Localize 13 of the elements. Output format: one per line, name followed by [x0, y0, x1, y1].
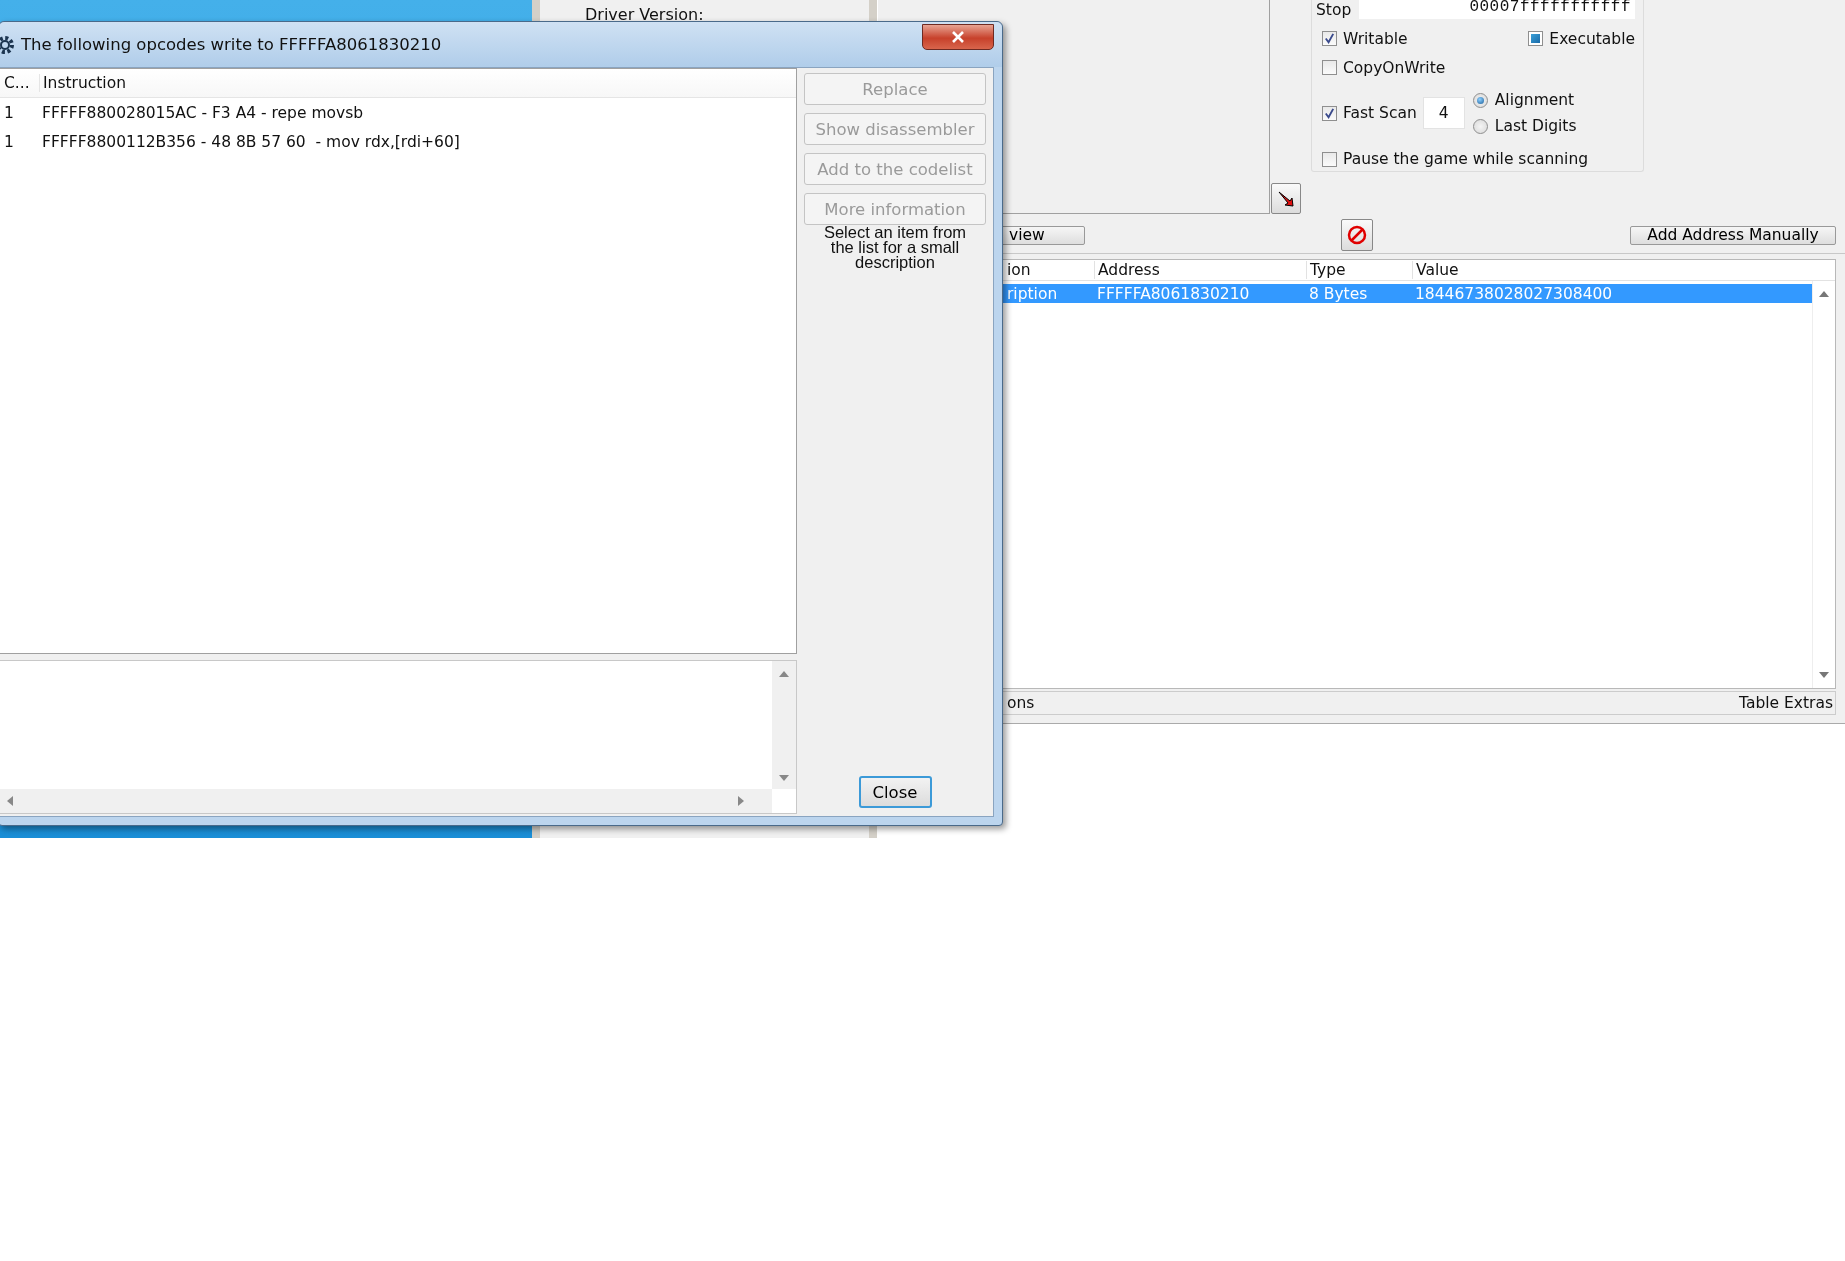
fast-scan-label: Fast Scan [1343, 104, 1417, 123]
driver-version-label: Driver Version: [585, 5, 704, 24]
count-cell-text: 1 [3, 132, 15, 151]
copy-on-write-label: CopyOnWrite [1343, 58, 1446, 77]
description-text: Select an item from the list for a small description [822, 225, 968, 270]
pause-label: Pause the game while scanning [1343, 150, 1589, 169]
radio-label: Alignment [1494, 91, 1575, 110]
stop-label: Stop [1316, 0, 1352, 19]
radio-label: Last Digits [1494, 117, 1577, 136]
window-title: The following opcodes write to FFFFFA8061830210 [21, 35, 442, 54]
writable-label: Writable [1343, 29, 1408, 48]
count-cell-text: 1 [3, 103, 15, 122]
executable-label: Executable [1549, 29, 1635, 48]
